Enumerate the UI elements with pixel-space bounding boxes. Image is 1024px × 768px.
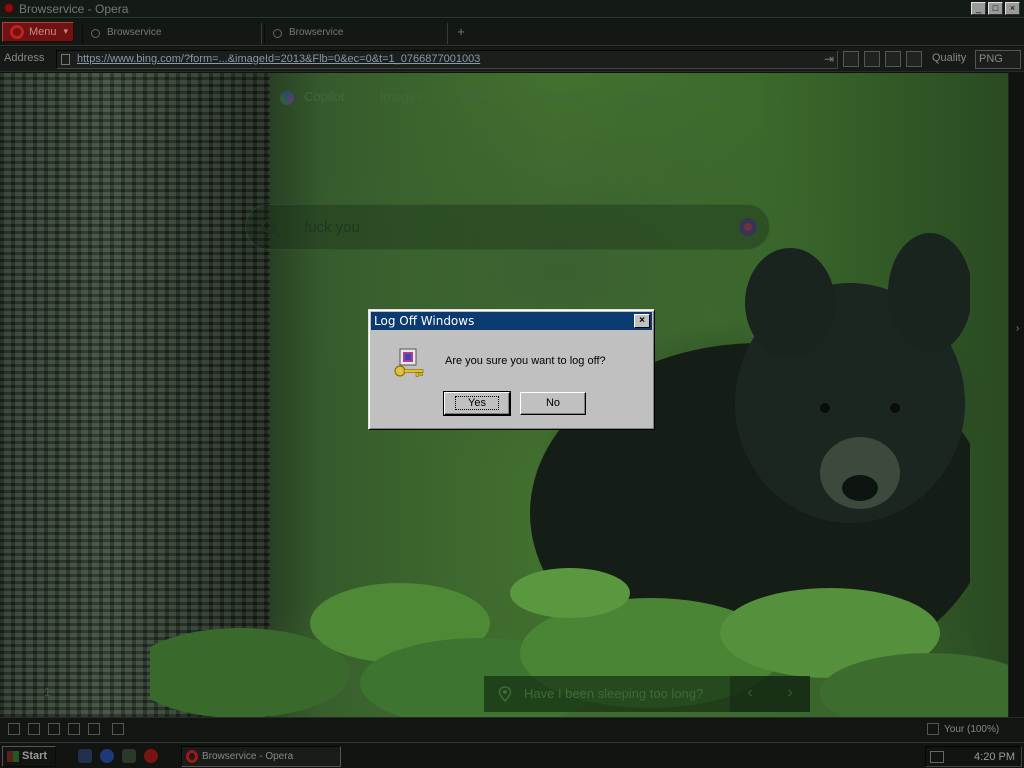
taskbar-item-label: Browservice - Opera [202,751,294,762]
chevron-down-icon: ▾ [63,26,68,36]
opera-menu-button[interactable]: Menu ▾ [2,22,74,42]
tree-trunk-background [0,73,270,717]
key-icon [394,348,424,377]
sync-icon[interactable] [88,723,100,735]
new-tab-button[interactable]: + [452,25,470,41]
no-button[interactable]: No [520,392,586,415]
go-icon[interactable]: ⇥ [824,52,834,66]
reload-icon[interactable] [68,723,80,735]
scroll-arrow-icon[interactable]: › [1016,323,1022,334]
url-text: https://www.bing.com/?form=...&imageId=2… [77,53,481,65]
next-image-button[interactable]: › [770,676,810,712]
nav-more[interactable]: · · · [758,89,778,104]
rewards-icon[interactable] [737,216,759,238]
prev-image-button[interactable]: ‹ [730,676,770,712]
home-icon[interactable] [885,51,901,67]
yes-label: Yes [455,396,499,410]
window-title: Browservice - Opera [19,2,129,16]
nav-maps[interactable]: Maps [624,89,656,104]
nav-shopping[interactable]: Shopping [534,89,589,104]
quicklaunch-channels-icon[interactable] [122,749,136,763]
forward-icon[interactable] [843,51,859,67]
quicklaunch-opera-icon[interactable] [144,749,158,763]
nav-images[interactable]: Images [380,89,423,104]
system-tray: 4:20 PM [925,746,1022,767]
yes-button[interactable]: Yes [443,391,511,416]
bookmark-icon[interactable] [864,51,880,67]
vertical-scrollbar[interactable]: › [1008,73,1024,717]
copilot-icon[interactable] [280,91,294,105]
panel-toggle-icon[interactable] [8,723,20,735]
dialog-titlebar[interactable]: Log Off Windows × [371,312,652,330]
zoom-icon[interactable] [927,723,939,735]
back-icon[interactable] [28,723,40,735]
globe-icon [273,29,282,38]
window-titlebar: Browservice - Opera _ □ × [0,0,1024,18]
opera-icon [10,25,24,39]
dialog-close-button[interactable]: × [634,314,650,328]
search-icon [262,219,281,238]
page-settings-icon[interactable] [906,51,922,67]
tab-bar: Menu ▾ Browservice Browservice + [0,19,1024,46]
globe-icon [91,29,100,38]
tab-browservice-1[interactable]: Browservice [82,23,262,44]
quicklaunch-ie-icon[interactable] [100,749,114,763]
corner-indicator: 1 [44,685,51,699]
nav-videos[interactable]: Videos [458,89,498,104]
search-query-text: fuck you [304,219,360,236]
quality-label: Quality [932,52,967,64]
opera-icon [186,750,198,763]
clock[interactable]: 4:20 PM [974,751,1015,763]
image-caption-bar: Have I been sleeping too long? ‹ › [484,676,810,712]
quicklaunch-desktop-icon[interactable] [78,749,92,763]
opera-icon [3,2,15,14]
search-input[interactable]: fuck you [245,204,770,250]
tab-label: Browservice [289,27,344,38]
status-bar: Your (100%) [0,717,1024,742]
location-icon [498,686,512,702]
image-caption[interactable]: Have I been sleeping too long? [524,686,703,701]
tab-browservice-2[interactable]: Browservice [264,23,448,44]
quality-select[interactable]: PNG [975,50,1021,69]
url-input[interactable]: https://www.bing.com/?form=...&imageId=2… [56,50,838,69]
zoom-level[interactable]: Your (100%) [944,724,999,735]
no-label: No [545,397,561,409]
start-button[interactable]: Start [2,746,56,767]
taskbar: Start Browservice - Opera 4:20 PM [0,742,1024,768]
nav-copilot[interactable]: Copilot [304,89,344,104]
dialog-title: Log Off Windows [374,314,475,328]
maximize-button[interactable]: □ [988,2,1003,15]
page-icon [61,54,70,65]
network-icon[interactable] [930,751,944,763]
nav-news[interactable]: News [692,89,725,104]
taskbar-item-opera[interactable]: Browservice - Opera [181,746,341,767]
tab-label: Browservice [107,27,162,38]
download-icon[interactable] [112,723,124,735]
window-close-button[interactable]: × [1005,2,1020,15]
menu-label: Menu [29,26,57,38]
logoff-dialog: Log Off Windows × Are you sure you want … [368,309,655,430]
minimize-button[interactable]: _ [971,2,986,15]
start-flag-icon [7,751,19,762]
start-label: Start [22,750,48,762]
address-label: Address [4,52,45,64]
dialog-message: Are you sure you want to log off? [445,355,606,367]
forward-icon[interactable] [48,723,60,735]
